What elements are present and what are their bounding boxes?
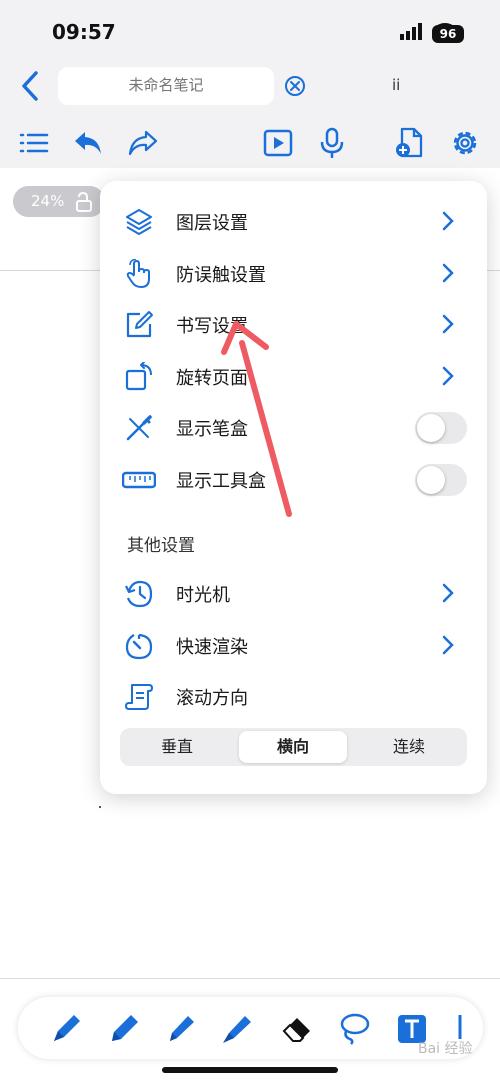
zoom-value: 24% — [31, 192, 65, 210]
pencil-crossed-icon — [126, 415, 152, 441]
rotate-page-icon — [125, 362, 152, 391]
home-indicator — [162, 1067, 338, 1073]
history-clock-icon — [125, 580, 153, 608]
outline-list-button[interactable] — [18, 127, 50, 159]
pen-tool-1-icon[interactable] — [48, 1011, 84, 1045]
watermark: Bai 经验 — [418, 1041, 473, 1057]
segment-continuous[interactable]: 连续 — [355, 731, 463, 763]
play-button[interactable] — [262, 127, 294, 159]
pen-tool-2-icon[interactable] — [106, 1011, 142, 1045]
microphone-icon — [320, 127, 344, 158]
undo-icon — [75, 132, 101, 154]
chevron-right-icon — [442, 314, 454, 334]
menu-item-scroll-direction: 滚动方向 — [100, 674, 487, 718]
eraser-tool-icon[interactable] — [280, 1011, 316, 1045]
chevron-right-icon — [442, 211, 454, 231]
back-button[interactable] — [18, 70, 44, 102]
redo-icon — [128, 130, 158, 156]
chevron-right-icon — [442, 263, 454, 283]
fast-render-icon — [125, 633, 153, 660]
menu-item-rotate-page[interactable]: 旋转页面 — [100, 354, 487, 398]
menu-item-label: 显示笔盒 — [176, 419, 248, 440]
zoom-indicator[interactable]: 24% — [13, 186, 105, 217]
canvas-dot — [99, 806, 101, 808]
segment-horizontal[interactable]: 横向 — [239, 731, 347, 763]
highlighter-tool-icon[interactable] — [219, 1011, 255, 1045]
list-icon — [19, 133, 49, 153]
menu-item-time-machine[interactable]: 时光机 — [100, 571, 487, 615]
redo-button[interactable] — [127, 127, 159, 159]
menu-item-fast-render[interactable]: 快速渲染 — [100, 623, 487, 667]
pen-tool-3-icon[interactable] — [163, 1011, 199, 1045]
status-time: 09:57 — [52, 20, 116, 44]
add-page-button[interactable] — [394, 127, 426, 159]
chevron-right-icon — [442, 583, 454, 603]
pen-toolbar — [18, 997, 483, 1059]
section-title-other-settings: 其他设置 — [127, 536, 195, 556]
toggle-knob — [417, 414, 445, 442]
menu-item-label: 防误触设置 — [176, 265, 266, 286]
edit-square-icon — [126, 311, 153, 338]
menu-item-label: 图层设置 — [176, 213, 248, 234]
menu-item-label: 滚动方向 — [176, 688, 248, 709]
layers-icon — [126, 209, 152, 235]
gear-icon — [453, 131, 477, 155]
add-document-icon — [396, 127, 423, 158]
menu-item-show-pen-box: 显示笔盒 — [100, 405, 487, 449]
segment-vertical[interactable]: 垂直 — [123, 731, 231, 763]
menu-item-label: 显示工具盒 — [176, 471, 266, 492]
play-icon — [263, 129, 293, 157]
menu-item-label: 时光机 — [176, 585, 230, 606]
chevron-right-icon — [442, 366, 454, 386]
scroll-icon — [125, 684, 153, 710]
settings-button[interactable] — [449, 127, 481, 159]
menu-item-palm-rejection[interactable]: 防误触设置 — [100, 251, 487, 295]
menu-item-layers[interactable]: 图层设置 — [100, 199, 487, 243]
menu-item-label: 快速渲染 — [176, 637, 248, 658]
record-audio-button[interactable] — [316, 127, 348, 159]
menu-item-label: 书写设置 — [176, 316, 248, 337]
cellular-signal-icon — [400, 23, 422, 40]
menu-item-show-toolbox: 显示工具盒 — [100, 457, 487, 501]
unlock-icon[interactable] — [75, 192, 93, 212]
toggle-knob — [417, 466, 445, 494]
touch-hand-icon — [126, 259, 150, 288]
drag-handle[interactable]: ii — [392, 76, 400, 94]
lasso-tool-icon[interactable] — [336, 1011, 372, 1045]
clear-title-icon[interactable] — [284, 75, 306, 97]
scroll-direction-segmented-control: 垂直 横向 连续 — [120, 728, 467, 766]
show-pen-box-toggle[interactable] — [415, 412, 467, 444]
top-toolbar-area: 09:57 96 ii — [0, 0, 500, 168]
settings-menu: 图层设置 防误触设置 书写设置 旋转页面 显示笔盒 显示工具盒 其他设置 时光机… — [100, 181, 487, 794]
note-title-input[interactable] — [58, 67, 274, 105]
menu-item-writing[interactable]: 书写设置 — [100, 302, 487, 346]
page-bottom-edge — [0, 978, 500, 979]
undo-button[interactable] — [72, 127, 104, 159]
show-toolbox-toggle[interactable] — [415, 464, 467, 496]
ruler-icon — [122, 471, 156, 489]
menu-item-label: 旋转页面 — [176, 368, 248, 389]
chevron-right-icon — [442, 635, 454, 655]
battery-indicator: 96 — [432, 25, 464, 43]
